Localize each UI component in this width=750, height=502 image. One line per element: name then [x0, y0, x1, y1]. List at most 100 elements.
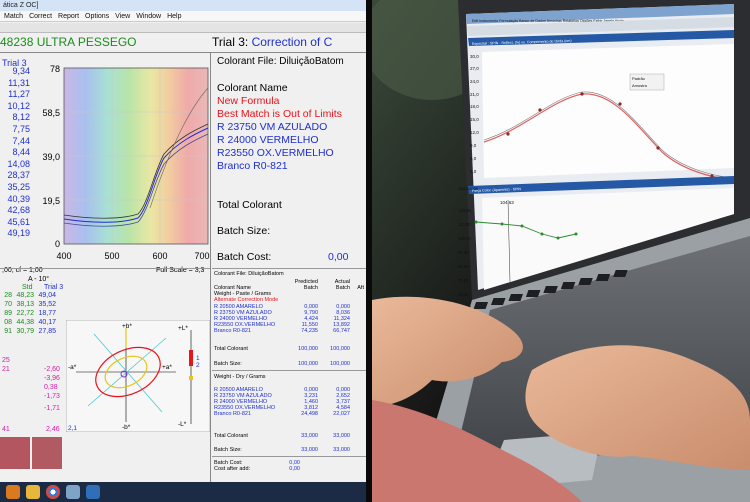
- table-size-pred: 33,000: [301, 447, 318, 453]
- trial-prefix: Trial 3:: [212, 35, 249, 49]
- svg-text:30,0: 30,0: [470, 54, 479, 59]
- svg-text:9,0: 9,0: [470, 143, 477, 148]
- best-match-warning: Best Match is Out of Limits: [217, 108, 342, 120]
- table-file: Colorant File: DiluiçãoBatom: [214, 271, 284, 277]
- colorant-item: R 23750 VM AZULADO: [217, 121, 328, 133]
- table-size-label: Batch Size:: [214, 447, 242, 453]
- standard-color-swatch: [0, 437, 30, 469]
- y-tick-label: 78: [50, 64, 60, 74]
- colorant-item: Branco R0-821: [217, 160, 288, 172]
- delta-bottom-left: 41: [2, 426, 10, 433]
- table-alt-mode: Alternate Correction Mode: [214, 297, 279, 303]
- menu-match[interactable]: Match: [4, 11, 23, 21]
- table-row-act: 22,027: [333, 411, 350, 417]
- color-match-app: ática Z OC] Match Correct Report Options…: [0, 0, 366, 502]
- svg-text:18,0: 18,0: [470, 104, 479, 109]
- y-tick-label: 58,5: [42, 108, 60, 118]
- table-total-act: 33,000: [333, 433, 350, 439]
- table-row-act: 66,747: [333, 328, 350, 334]
- table-divider: [212, 456, 366, 457]
- left-value: 40,39: [7, 193, 30, 204]
- table-total-label: Total Colorant: [214, 346, 248, 352]
- scale-2: 2: [196, 362, 200, 369]
- table-row-pred: 74,235: [301, 328, 318, 334]
- axis-l-minus: -L*: [178, 421, 187, 428]
- lab-row-c: 08 44,38 40,17: [4, 319, 56, 326]
- spectral-curve-plot: 78 58,5 39,0 19,5 0 400 500 600 700: [42, 64, 209, 261]
- svg-text:24,0: 24,0: [470, 79, 479, 84]
- left-value: 35,25: [7, 181, 30, 192]
- left-value: 42,68: [7, 205, 30, 216]
- toolbar-strip: [0, 23, 366, 33]
- menu-bar: Match Correct Report Options View Window…: [0, 11, 366, 22]
- table-total-pred: 33,000: [301, 433, 318, 439]
- delta-pink: 25: [2, 357, 10, 364]
- table-size-label: Batch Size:: [214, 361, 242, 367]
- lab-row-h: 91 30,79 27,85: [4, 328, 56, 335]
- left-value: 49,19: [7, 228, 30, 239]
- table-size-pred: 100,000: [298, 361, 318, 367]
- menu-report[interactable]: Report: [58, 11, 79, 21]
- col-std: Std: [22, 284, 33, 291]
- col-actual-batch: Batch: [335, 285, 350, 291]
- axis-b-minus: -b*: [122, 424, 131, 431]
- illuminant-label: A - 10°: [28, 276, 50, 283]
- left-value: 10,12: [7, 100, 30, 111]
- colorant-item: R23550 OX.VERMELHO: [217, 147, 334, 159]
- menu-options[interactable]: Options: [85, 11, 109, 21]
- left-value: 28,37: [7, 170, 30, 181]
- table-total-label: Total Colorant: [214, 433, 248, 439]
- left-value: 45,61: [7, 216, 30, 227]
- colorant-panel: Colorant File: DiluiçãoBatom Colorant Na…: [212, 56, 366, 266]
- col-after: Aft: [357, 285, 364, 291]
- svg-text:90,00: 90,00: [458, 250, 469, 255]
- y-tick-label: 0: [55, 239, 60, 249]
- table-weight-dry: Weight - Dry / Grams: [214, 374, 266, 380]
- lab-color-space-diagram: +b* -b* +a* -a* +L* -L* 1 2 2,1: [66, 320, 210, 432]
- svg-text:70,00: 70,00: [458, 278, 469, 283]
- y-tick-label: 39,0: [42, 152, 60, 162]
- left-value: 14,08: [7, 158, 30, 169]
- taskbar-chrome-icon[interactable]: [46, 485, 60, 499]
- x-tick-label: 400: [56, 251, 71, 261]
- table-cost-after-value: 0,00: [289, 466, 300, 472]
- svg-text:110,00: 110,00: [458, 222, 471, 227]
- svg-text:120,00: 120,00: [458, 208, 471, 213]
- trial-color-swatch: [32, 437, 62, 469]
- total-colorant-label: Total Colorant: [217, 199, 282, 211]
- batch-cost-label: Batch Cost:: [217, 251, 272, 263]
- batch-name: 48238 ULTRA PESSEGO: [0, 35, 137, 49]
- table-total-act: 100,000: [330, 346, 350, 352]
- table-size-act: 33,000: [333, 447, 350, 453]
- delta-value: -1,73: [44, 393, 60, 400]
- left-value: 11,31: [8, 77, 30, 88]
- axis-a-plus: +a*: [162, 364, 172, 371]
- taskbar-app-icon[interactable]: [86, 485, 100, 499]
- svg-text:3,0: 3,0: [470, 169, 477, 174]
- delta-pink: 21: [2, 366, 10, 373]
- screenshot-root: ática Z OC] Match Correct Report Options…: [0, 0, 750, 502]
- batch-cost-value: 0,00: [328, 251, 349, 263]
- lab-row-a: 70 38,13 35,52: [4, 301, 56, 308]
- taskbar-media-icon[interactable]: [6, 485, 20, 499]
- svg-text:21,0: 21,0: [470, 92, 479, 97]
- colorant-item: R 24000 VERMELHO: [217, 134, 319, 146]
- table-size-act: 100,000: [330, 361, 350, 367]
- axis-l-plus: +L*: [178, 325, 188, 332]
- menu-window[interactable]: Window: [136, 11, 161, 21]
- svg-text:100,00: 100,00: [458, 236, 471, 241]
- left-value: 9,34: [12, 66, 30, 76]
- menu-correct[interactable]: Correct: [29, 11, 52, 21]
- menu-view[interactable]: View: [115, 11, 130, 21]
- lab-table: 28 48,23 49,04 70 38,13 35,52 89 22,72 18,77 0…: [0, 291, 56, 336]
- menu-help[interactable]: Help: [167, 11, 181, 21]
- taskbar-folder-icon[interactable]: [26, 485, 40, 499]
- svg-text:6,0: 6,0: [470, 156, 477, 161]
- legend-padrao: Padrão: [632, 76, 646, 81]
- taskbar-paint-icon[interactable]: [66, 485, 80, 499]
- lab-row-b: 89 22,72 18,77: [4, 310, 56, 317]
- left-value: 8,12: [12, 112, 30, 123]
- col-predicted-batch: Batch: [303, 285, 318, 291]
- colorant-file: Colorant File: DiluiçãoBatom: [217, 56, 344, 67]
- x-tick-label: 500: [104, 251, 119, 261]
